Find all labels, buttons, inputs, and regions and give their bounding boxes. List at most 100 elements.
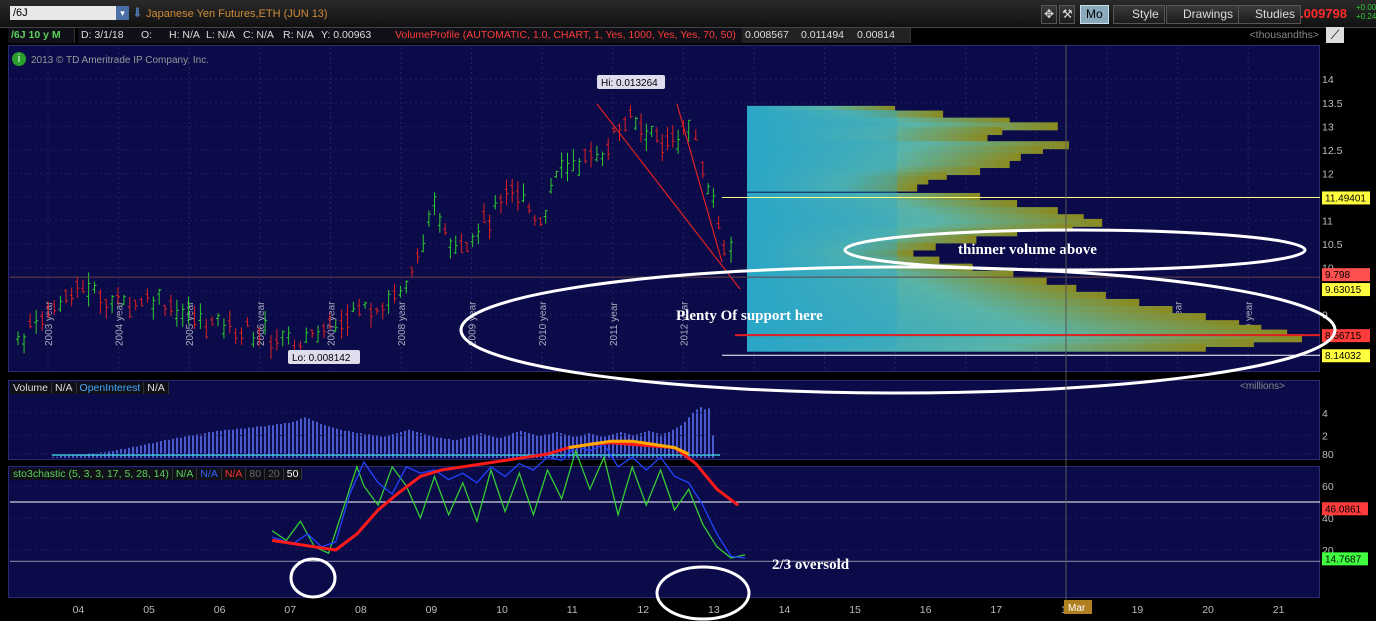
stoch-level-tag: 46.0861 [1325, 504, 1362, 515]
volume-bar [688, 417, 690, 458]
year-label: 2003 year [44, 301, 55, 346]
volume-bar [276, 424, 278, 458]
volume-bar [296, 420, 298, 458]
stoch-tick-label: 60 [1322, 481, 1334, 493]
x-axis-highlight: Mar [1068, 603, 1086, 614]
stoch-tick-label: 80 [1322, 449, 1334, 461]
volume-bar [212, 432, 214, 458]
x-axis-label: 13 [708, 604, 720, 616]
volume-bar [140, 445, 142, 458]
volume-tick-label: 2 [1322, 430, 1328, 442]
volume-bar [668, 432, 670, 458]
volume-bar [64, 455, 66, 458]
volume-bar [308, 418, 310, 458]
stoch-ellipse [289, 557, 337, 599]
stoch-series-line [271, 448, 746, 559]
volume-bar [228, 429, 230, 458]
price-tick-label: 14 [1322, 74, 1334, 86]
x-axis-label: 06 [214, 604, 226, 616]
volume-bar [208, 432, 210, 458]
x-axis-label: 07 [284, 604, 296, 616]
volume-bar [284, 422, 286, 458]
stoch-annotation: 2/3 oversold [772, 557, 850, 573]
volume-bar [272, 425, 274, 458]
volume-bar [332, 427, 334, 458]
price-level-tag: 9.798 [1325, 270, 1350, 281]
volume-bar [280, 424, 282, 458]
volume-bar [264, 426, 266, 458]
volume-bar [248, 427, 250, 458]
year-label: 2011 year [609, 302, 620, 346]
price-tick-label: 12.5 [1322, 145, 1343, 157]
volume-bar [300, 418, 302, 458]
volume-bar [696, 409, 698, 458]
volume-bar [324, 425, 326, 458]
volume-bar [312, 420, 314, 458]
stoch-level-tag: 14.7687 [1325, 554, 1362, 565]
volume-bar [288, 422, 290, 458]
trendline [596, 103, 741, 290]
x-axis-label: 15 [849, 604, 861, 616]
volume-bar [52, 456, 54, 458]
year-label: 2009 year [468, 301, 479, 346]
volume-bar [316, 421, 318, 458]
volume-bar [348, 430, 350, 458]
volume-bar [692, 412, 694, 458]
volume-bar [408, 429, 410, 458]
lo-annotation: Lo: 0.008142 [292, 353, 351, 364]
x-axis-label: 12 [637, 604, 649, 616]
volume-bar [56, 456, 58, 458]
price-level-tag: 11.49401 [1325, 193, 1366, 204]
volume-bar [120, 448, 122, 458]
volume-bar [412, 430, 414, 458]
year-label: 2008 year [397, 301, 408, 346]
volume-bar [252, 427, 254, 458]
price-level-tag: 8.14032 [1325, 351, 1362, 362]
x-axis-label: 10 [496, 604, 508, 616]
x-axis-label: 04 [73, 604, 85, 616]
stoch-series-line [271, 441, 740, 552]
volume-bar [232, 429, 234, 458]
year-label: 2004 year [115, 301, 126, 346]
price-tick-label: 13 [1322, 121, 1334, 133]
volume-bar [136, 446, 138, 458]
volume-bar [700, 407, 702, 458]
volume-bar [60, 455, 62, 458]
hi-annotation: Hi: 0.013264 [601, 78, 658, 89]
volume-bar [128, 447, 130, 458]
price-level-tag: 9.63015 [1325, 285, 1362, 296]
year-label: 2010 year [538, 301, 549, 346]
annotation-text: Plenty Of support here [676, 308, 823, 324]
volume-bar [124, 448, 126, 458]
x-axis-label: 16 [920, 604, 932, 616]
volume-bar [704, 409, 706, 458]
volume-bar [320, 424, 322, 458]
stoch-ellipse [655, 565, 751, 621]
x-axis-label: 17 [990, 604, 1002, 616]
volume-bar [304, 417, 306, 458]
volume-bar [268, 425, 270, 458]
volume-bar [260, 426, 262, 458]
volume-bar [256, 426, 258, 458]
volume-bar [352, 432, 354, 458]
volume-bar [292, 421, 294, 458]
volume-tick-label: 4 [1322, 408, 1328, 420]
annotation-text: thinner volume above [958, 242, 1097, 258]
x-axis-label: 05 [143, 604, 155, 616]
price-tick-label: 12 [1322, 168, 1334, 180]
volume-bar [144, 444, 146, 458]
x-axis-label: 14 [779, 604, 791, 616]
volume-bar [676, 427, 678, 458]
volume-bar [148, 443, 150, 458]
x-axis-label: 19 [1132, 604, 1144, 616]
x-axis-label: 09 [426, 604, 438, 616]
volume-bar [68, 455, 70, 458]
x-axis-label: 20 [1202, 604, 1214, 616]
chart-canvas[interactable]: 2003 year 2004 year 2005 year 2006 year 2007… [0, 0, 1376, 621]
volume-bar [328, 426, 330, 458]
volume-bar [672, 429, 674, 458]
x-axis-label: 11 [567, 604, 578, 616]
price-tick-label: 11 [1322, 216, 1333, 228]
price-tick-label: 13.5 [1322, 98, 1343, 110]
volume-bar [152, 443, 154, 458]
